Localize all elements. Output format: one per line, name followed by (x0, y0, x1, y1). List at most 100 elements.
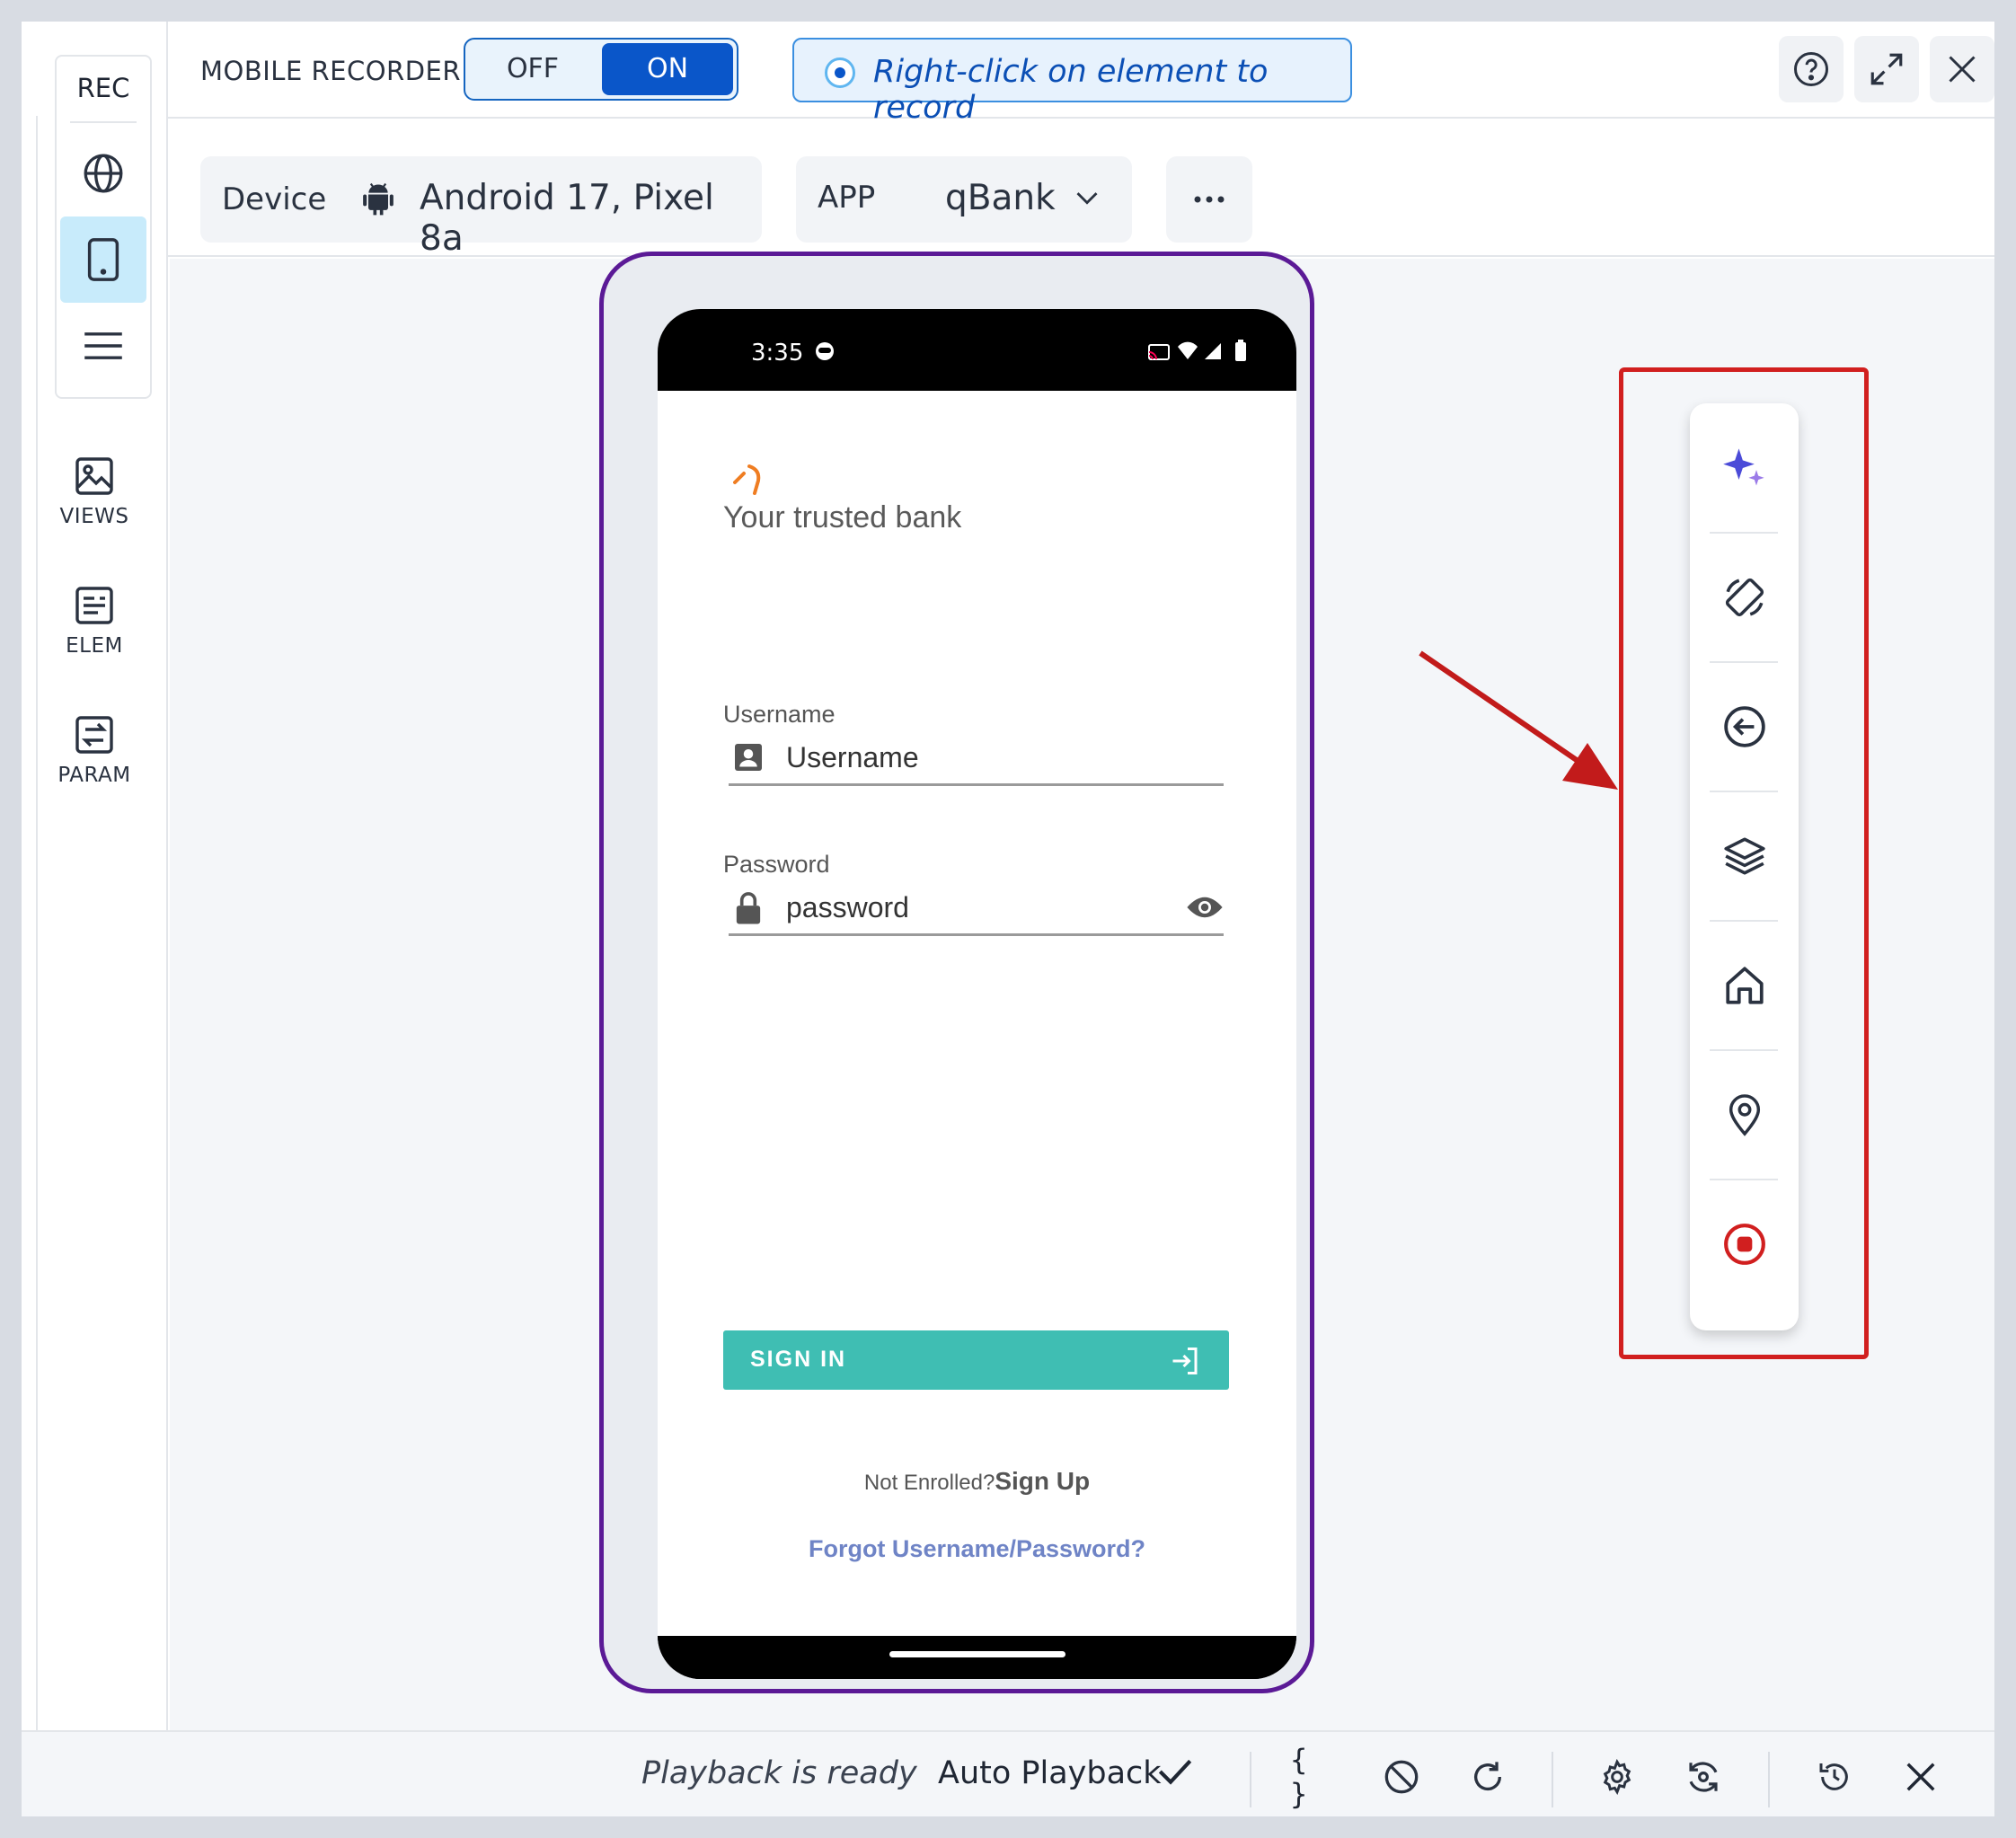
history-button[interactable] (1809, 1752, 1860, 1802)
stop-recording-button[interactable] (1690, 1180, 1799, 1309)
top-bar: MOBILE RECORDER OFF ON Right-click on el… (168, 22, 1994, 126)
toggle-off-option[interactable]: OFF (465, 40, 600, 99)
bottom-bar: Playback is ready Auto Playback { } (22, 1730, 1994, 1816)
playback-status: Playback is ready (641, 1755, 917, 1791)
sign-in-label: SIGN IN (750, 1347, 847, 1372)
app-label: APP (818, 180, 876, 216)
left-rail: REC VIEWS ELEM PARAM (22, 22, 168, 1730)
rec-mode-group: REC (55, 55, 152, 399)
more-options-button[interactable] (1166, 156, 1252, 243)
annotation-arrow-icon (1419, 650, 1618, 790)
mobile-mode-button[interactable] (60, 216, 146, 303)
record-dot-icon (825, 57, 855, 88)
disable-button[interactable] (1376, 1752, 1427, 1802)
device-value: Android 17, Pixel 8a (420, 178, 714, 259)
forgot-credentials-link[interactable]: Forgot Username/Password? (658, 1535, 1296, 1563)
gear-icon (1603, 1759, 1631, 1795)
device-selector[interactable]: Device Android 17, Pixel 8a (200, 156, 762, 259)
menu-icon (84, 332, 122, 359)
rec-divider (70, 121, 137, 123)
close-window-button[interactable] (1930, 36, 1994, 102)
bottom-divider (1552, 1752, 1553, 1807)
stop-record-icon (1723, 1224, 1765, 1265)
menu-button[interactable] (60, 303, 146, 389)
phone-nav-bar (658, 1636, 1296, 1679)
bottom-divider (1768, 1752, 1770, 1807)
element-list-icon (75, 587, 113, 624)
enroll-line: Not Enrolled?Sign Up (658, 1467, 1296, 1496)
sign-in-button[interactable]: SIGN IN (723, 1330, 1229, 1390)
refresh-icon (1474, 1762, 1502, 1791)
sparkle-icon (1722, 448, 1764, 486)
ai-assist-button[interactable] (1690, 403, 1799, 533)
help-button[interactable] (1779, 36, 1844, 102)
chevron-down-icon (1076, 192, 1098, 205)
phone-screen[interactable]: 3:35 Your trusted bank Username Username… (658, 309, 1296, 1679)
close-recorder-button[interactable] (1896, 1752, 1946, 1802)
recorder-toggle[interactable]: OFF ON (464, 38, 738, 101)
check-icon (1158, 1759, 1192, 1785)
bottom-divider (1250, 1752, 1251, 1807)
elem-button[interactable]: ELEM (36, 584, 153, 658)
view-sync-button[interactable] (1678, 1752, 1729, 1802)
notification-icon (816, 342, 834, 360)
rotate-device-icon (1725, 578, 1764, 617)
eye-refresh-icon (1689, 1762, 1718, 1792)
app-switch-button[interactable] (1690, 791, 1799, 921)
layers-icon (1723, 837, 1765, 875)
bank-tagline: Your trusted bank (723, 500, 962, 535)
web-mode-button[interactable] (60, 130, 146, 216)
mobile-icon (87, 238, 119, 281)
recorder-window: REC VIEWS ELEM PARAM MOBILE RECORDER OFF… (22, 22, 1994, 1816)
app-selector[interactable]: APP qBank (796, 156, 1132, 243)
password-label: Password (723, 851, 830, 878)
sign-up-link[interactable]: Sign Up (995, 1467, 1090, 1495)
bank-logo-icon (733, 464, 761, 495)
close-icon (1949, 56, 1976, 83)
android-icon (363, 182, 393, 216)
help-icon (1794, 52, 1828, 86)
views-button[interactable]: VIEWS (36, 455, 153, 528)
views-label: VIEWS (59, 505, 129, 528)
param-button[interactable]: PARAM (36, 713, 153, 787)
rail-stripe (22, 116, 38, 1730)
username-placeholder: Username (786, 741, 919, 773)
elem-label: ELEM (66, 634, 123, 658)
back-arrow-icon (1723, 706, 1765, 747)
app-login-screen: Your trusted bank Username Username Pass… (658, 391, 1296, 1636)
refresh-button[interactable] (1463, 1752, 1513, 1802)
username-input[interactable]: Username (729, 732, 1224, 786)
app-value: qBank (945, 178, 1056, 218)
expand-button[interactable] (1854, 36, 1919, 102)
location-pin-icon (1729, 1094, 1760, 1136)
home-icon (1725, 967, 1764, 1004)
back-button[interactable] (1690, 662, 1799, 791)
login-arrow-icon (1172, 1348, 1198, 1374)
toggle-on-option[interactable]: ON (602, 43, 733, 95)
image-icon (75, 457, 113, 495)
code-button[interactable]: { } (1290, 1743, 1340, 1811)
home-gesture-pill[interactable] (889, 1651, 1065, 1657)
device-action-toolbar (1690, 403, 1799, 1330)
close-icon (1906, 1763, 1935, 1791)
rotate-button[interactable] (1690, 533, 1799, 662)
contact-card-icon (735, 744, 762, 771)
device-label: Device (222, 181, 327, 217)
location-button[interactable] (1690, 1050, 1799, 1180)
status-icons (1148, 340, 1246, 361)
settings-button[interactable] (1592, 1752, 1642, 1802)
auto-playback-toggle[interactable]: Auto Playback (938, 1755, 1162, 1791)
recorder-title: MOBILE RECORDER (200, 56, 461, 86)
eye-icon[interactable] (1186, 895, 1224, 920)
block-icon (1384, 1760, 1419, 1794)
record-hint-banner: Right-click on element to record (792, 38, 1352, 126)
globe-icon (84, 154, 123, 193)
record-hint-text: Right-click on element to record (873, 54, 1269, 126)
swap-icon (75, 716, 113, 754)
not-enrolled-text: Not Enrolled? (863, 1471, 995, 1495)
device-bar: Device Android 17, Pixel 8a APP qBank (168, 120, 1994, 259)
home-button[interactable] (1690, 921, 1799, 1050)
ellipsis-icon (1194, 196, 1225, 203)
rec-label: REC (76, 73, 130, 103)
password-input[interactable]: password (729, 882, 1224, 936)
